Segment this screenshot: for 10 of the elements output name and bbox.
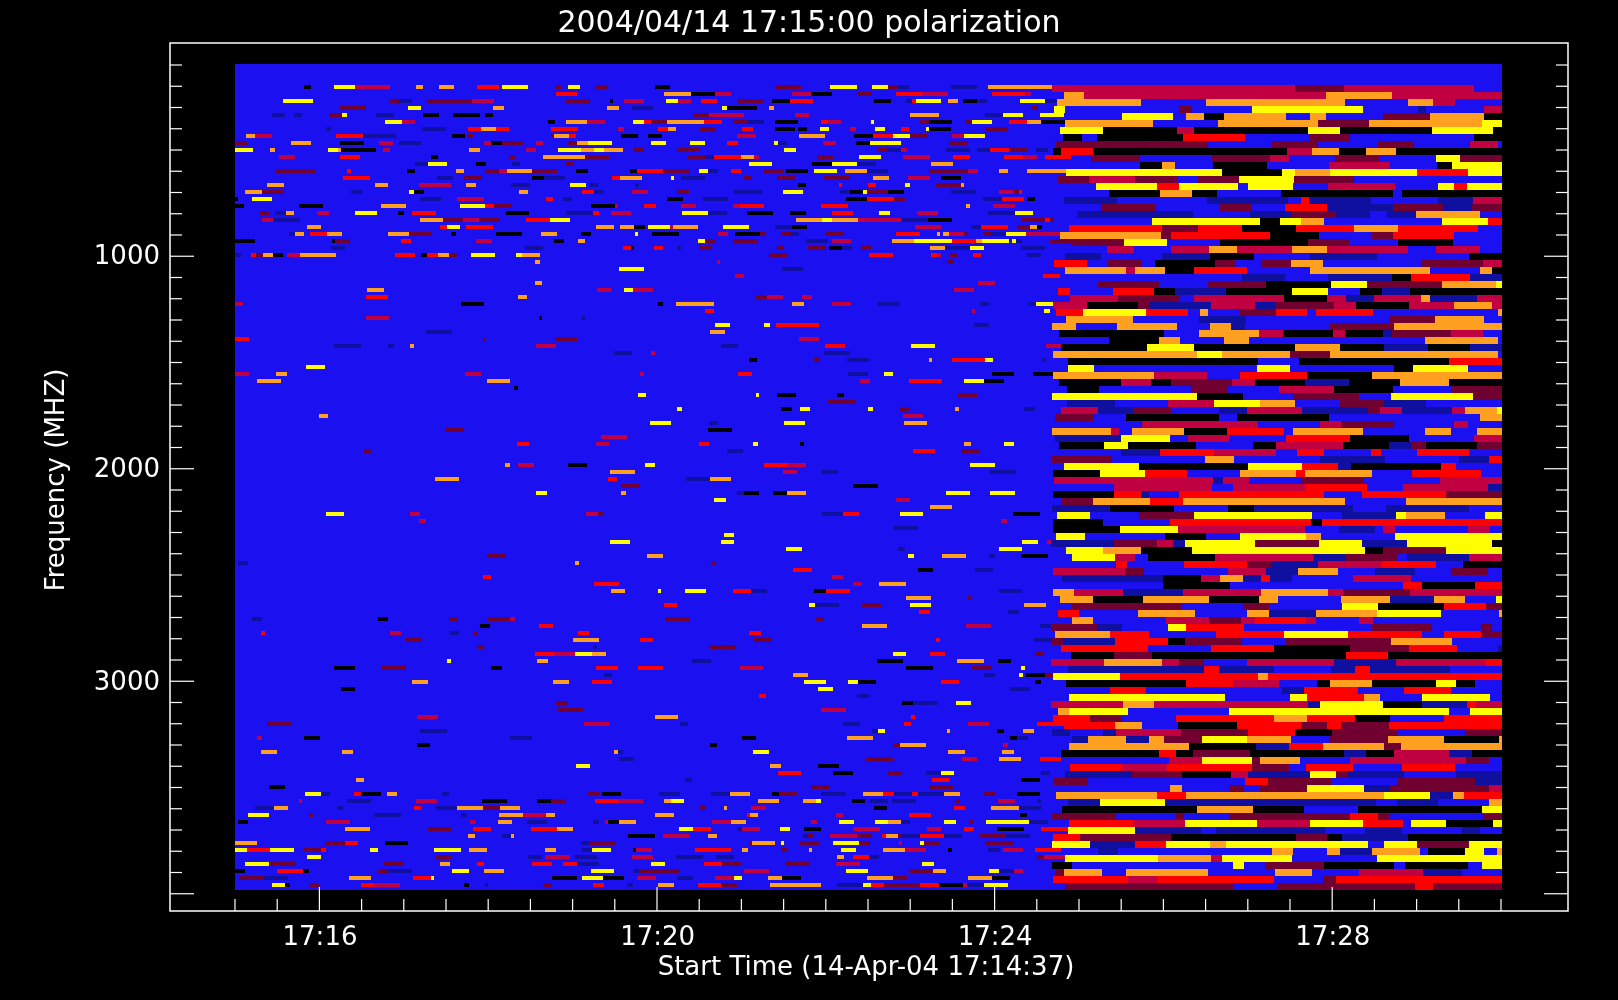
x-tick-label: 17:16 (282, 921, 358, 951)
x-tick-label: 17:28 (1295, 921, 1371, 951)
y-tick-label: 1000 (93, 240, 160, 270)
y-tick-label: 2000 (93, 453, 160, 483)
x-axis-title: Start Time (14-Apr-04 17:14:37) (657, 951, 1075, 981)
x-tick-label: 17:20 (620, 921, 696, 951)
x-tick-label: 17:24 (957, 921, 1033, 951)
plot-title: 2004/04/14 17:15:00 polarization (557, 4, 1061, 39)
y-axis-title: Frequency (MHZ) (40, 368, 70, 592)
y-tick-label: 3000 (93, 666, 160, 696)
